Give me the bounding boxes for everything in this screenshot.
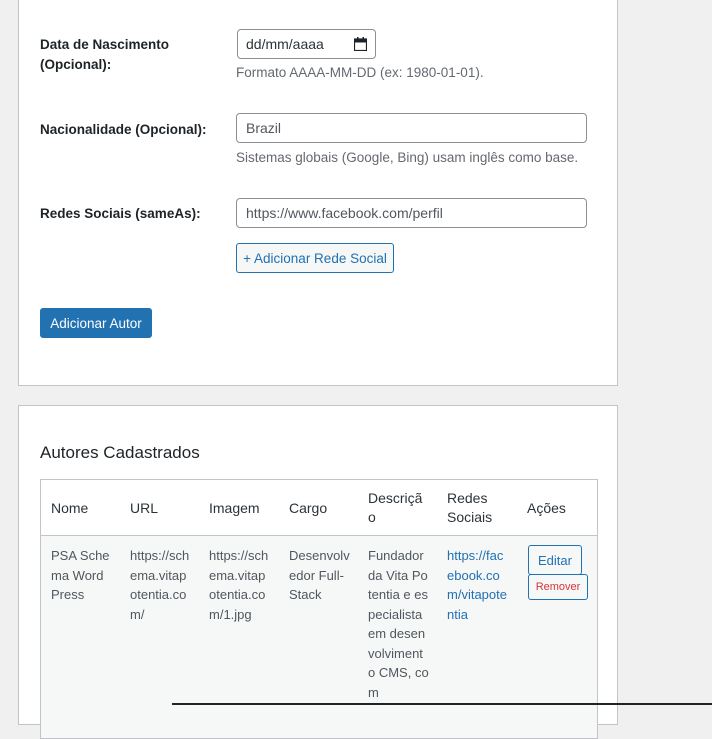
calendar-icon[interactable] [353,37,368,52]
authors-list-panel: Autores Cadastrados Nome URL Imagem Carg… [18,405,618,739]
birth-date-input[interactable]: dd/mm/aaaa [237,29,376,59]
cell-url: https://schema.vitapotentia.com/ [130,548,190,622]
add-author-button[interactable]: Adicionar Autor [40,308,152,338]
authors-section-title: Autores Cadastrados [40,443,200,462]
nationality-label: Nacionalidade (Opcional): [40,122,207,137]
table-row: PSA Schema WordPress https://schema.vita… [41,536,597,738]
col-header-role: Cargo [289,499,328,516]
col-header-image: Imagem [209,499,260,516]
authors-table: Nome URL Imagem Cargo Descrição Redes So… [40,479,598,739]
col-header-actions: Ações [527,499,566,516]
cell-image: https://schema.vitapotentia.com/1.jpg [209,548,269,622]
birth-date-value: dd/mm/aaaa [246,36,324,52]
cell-name: PSA Schema WordPress [51,548,110,602]
col-header-description: Descrição [368,490,423,525]
social-link[interactable]: https://facebook.com/vitapotentia [447,548,507,622]
col-header-name: Nome [51,499,89,516]
social-url-input[interactable]: https://www.facebook.com/perfil [236,198,587,228]
col-header-url: URL [130,499,159,516]
birth-date-label: Data de Nascimento (Opcional): [40,37,170,72]
nationality-help: Sistemas globais (Google, Bing) usam ing… [236,150,579,165]
social-label: Redes Sociais (sameAs): [40,206,201,221]
cell-role: Desenvolvedor Full-Stack [289,548,350,602]
nationality-input[interactable]: Brazil [236,113,587,143]
col-header-social: Redes Sociais [447,490,493,525]
birth-date-help: Formato AAAA-MM-DD (ex: 1980-01-01). [236,65,484,80]
remove-button[interactable]: Remover [528,574,588,600]
add-social-button[interactable]: + Adicionar Rede Social [236,243,394,273]
cell-social: https://facebook.com/vitapotentia [447,546,509,624]
cell-description: Fundador da Vita Potentia e especialista… [368,548,429,700]
author-form-panel: Data de Nascimento (Opcional): dd/mm/aaa… [18,0,618,386]
edit-button[interactable]: Editar [528,545,582,575]
table-header: Nome URL Imagem Cargo Descrição Redes So… [41,480,597,536]
